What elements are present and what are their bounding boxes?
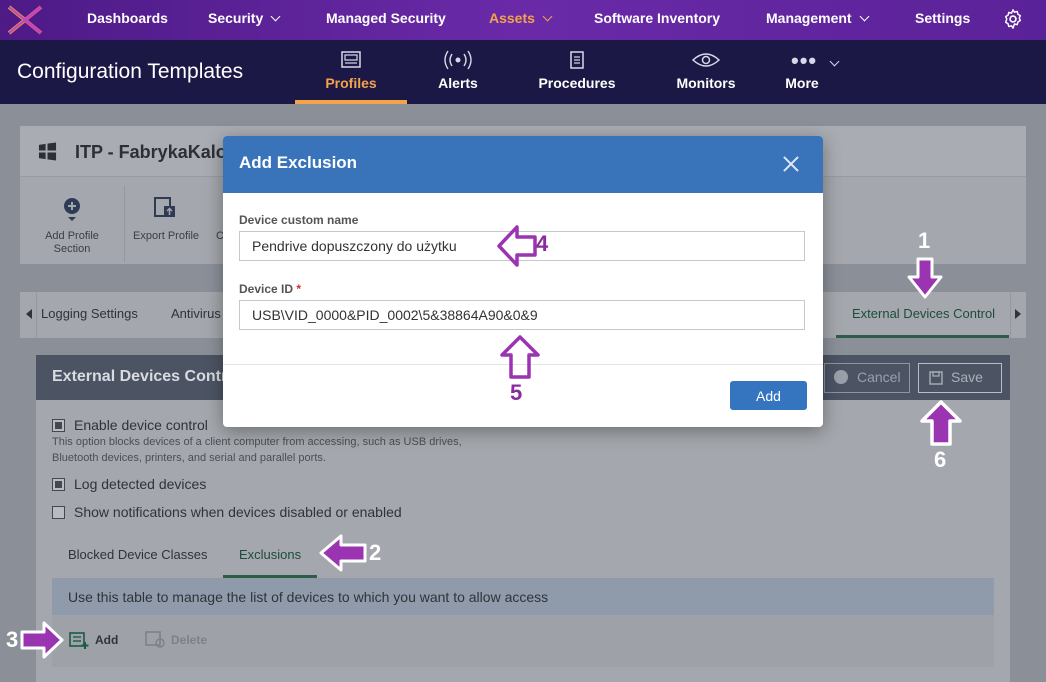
- annotation-number-6: 6: [934, 447, 947, 472]
- nav-management[interactable]: Management: [766, 0, 870, 40]
- close-icon[interactable]: [779, 152, 803, 176]
- annotation-number-4: 4: [536, 231, 549, 256]
- annotation-number-2: 2: [369, 540, 382, 565]
- section-tab-antivirus[interactable]: Antivirus: [171, 306, 221, 321]
- tab-monitors[interactable]: Monitors: [668, 40, 744, 104]
- required-marker: *: [296, 282, 302, 296]
- enable-device-control-checkbox[interactable]: [52, 419, 65, 432]
- section-tab-logging-settings[interactable]: Logging Settings: [41, 306, 138, 321]
- subtab-exclusions[interactable]: Exclusions: [239, 547, 301, 562]
- tab-divider: [36, 292, 37, 338]
- log-detected-devices-label: Log detected devices: [74, 476, 207, 492]
- profile-name: ITP - FabrykaKalos: [75, 142, 237, 162]
- add-profile-section-label: Add Profile Section: [45, 230, 99, 255]
- enable-device-control-label: Enable device control: [74, 417, 208, 433]
- profiles-icon: [300, 50, 402, 72]
- add-list-icon[interactable]: [69, 630, 89, 650]
- annotation-arrow-up-icon: [920, 400, 962, 446]
- enable-description-line-1: This option blocks devices of a client c…: [52, 436, 462, 448]
- nav-settings[interactable]: Settings: [915, 0, 970, 40]
- show-notifications-checkbox[interactable]: [52, 506, 65, 519]
- annotation-arrow-down-icon: [907, 257, 943, 299]
- dialog-title: Add Exclusion: [239, 153, 358, 172]
- log-detected-devices-checkbox[interactable]: [52, 478, 65, 491]
- scroll-right-icon[interactable]: [1015, 309, 1021, 319]
- scroll-left-icon[interactable]: [26, 309, 32, 319]
- delete-list-icon: [145, 631, 165, 648]
- section-tab-external-devices-control[interactable]: External Devices Control: [852, 306, 995, 321]
- brand-logo-icon[interactable]: [5, 3, 45, 37]
- gear-icon[interactable]: [1002, 8, 1024, 30]
- export-profile-button[interactable]: [152, 195, 178, 226]
- annotation-number-3: 3: [6, 627, 19, 652]
- save-icon: [929, 371, 943, 385]
- annotation-arrow-up-icon: [500, 335, 540, 379]
- nav-assets[interactable]: Assets: [489, 0, 553, 40]
- annotation-number-5: 5: [510, 380, 523, 405]
- tab-profiles[interactable]: Profiles: [300, 40, 402, 104]
- chevron-down-icon: [859, 11, 870, 22]
- annotation-arrow-left-icon: [319, 534, 367, 572]
- section-tab-underline: [836, 335, 1009, 338]
- nav-dashboards[interactable]: Dashboards: [87, 0, 168, 40]
- add-profile-section-button[interactable]: [38, 195, 106, 228]
- device-custom-name-label: Device custom name: [239, 213, 359, 227]
- dialog-add-button[interactable]: Add: [730, 381, 807, 410]
- enable-description-line-2: Bluetooth devices, printers, and serial …: [52, 452, 326, 464]
- chevron-down-icon: [270, 11, 281, 22]
- info-text: Use this table to manage the list of dev…: [68, 589, 549, 605]
- annotation-arrow-left-icon: [497, 225, 537, 267]
- annotation-arrow-right-icon: [20, 621, 64, 659]
- nav-software-inventory[interactable]: Software Inventory: [594, 0, 720, 40]
- procedures-icon: [532, 50, 622, 72]
- tab-more[interactable]: ••• More: [780, 40, 846, 104]
- toolbar-divider: [124, 186, 125, 262]
- cancel-button[interactable]: Cancel: [824, 363, 910, 393]
- monitors-icon: [668, 50, 744, 72]
- cancel-icon: [834, 370, 848, 384]
- windows-icon: [38, 142, 57, 161]
- save-button[interactable]: Save: [918, 363, 1002, 393]
- nav-security[interactable]: Security: [208, 0, 281, 40]
- device-id-label: Device ID *: [239, 282, 302, 296]
- add-exclusion-dialog: Add Exclusion Device custom name Device …: [223, 136, 823, 427]
- page-title: Configuration Templates: [17, 60, 244, 83]
- more-dots-icon: •••: [780, 50, 846, 72]
- delete-exclusion-button: Delete: [171, 633, 208, 647]
- tab-procedures[interactable]: Procedures: [532, 40, 622, 104]
- add-exclusion-button[interactable]: Add: [95, 633, 118, 647]
- tab-divider: [1010, 292, 1011, 338]
- export-icon: [154, 197, 175, 217]
- show-notifications-label: Show notifications when devices disabled…: [74, 504, 402, 520]
- nav-managed-security[interactable]: Managed Security: [326, 0, 446, 40]
- chevron-down-icon: [829, 56, 840, 67]
- subtab-blocked-device-classes[interactable]: Blocked Device Classes: [68, 547, 207, 562]
- annotation-number-1: 1: [918, 228, 931, 253]
- tab-alerts[interactable]: Alerts: [420, 40, 496, 104]
- device-id-input[interactable]: [239, 300, 805, 330]
- edc-panel-title: External Devices Control: [52, 368, 242, 385]
- export-profile-label: Export Profile: [133, 230, 200, 242]
- add-section-icon: [64, 198, 80, 221]
- chevron-down-icon: [542, 11, 553, 22]
- alerts-icon: [420, 50, 496, 72]
